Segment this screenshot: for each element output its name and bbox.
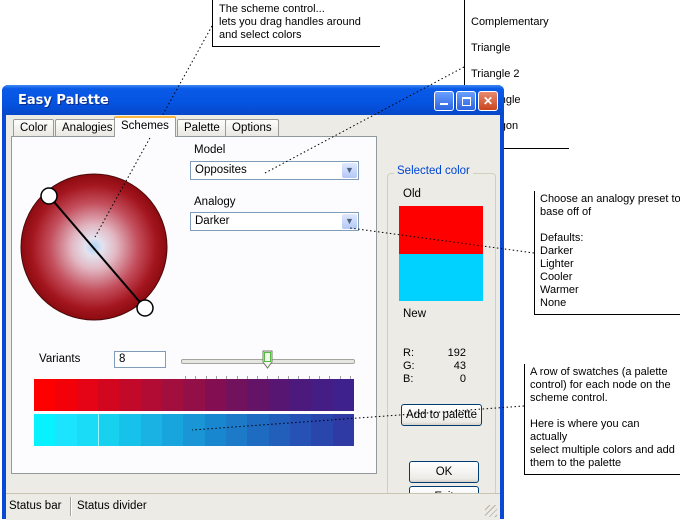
model-item: Triangle 2 bbox=[471, 68, 520, 80]
swatch-cell[interactable] bbox=[247, 379, 269, 411]
tab-options[interactable]: Options bbox=[225, 119, 279, 136]
b-label: B: bbox=[403, 373, 414, 385]
swatch-cell[interactable] bbox=[332, 414, 354, 446]
main-window: Easy Palette ✕ Color Analogies Schemes P… bbox=[2, 85, 504, 520]
swatch-cell[interactable] bbox=[119, 379, 141, 411]
variants-input[interactable]: 8 bbox=[114, 351, 166, 368]
tab-analogies[interactable]: Analogies bbox=[55, 119, 120, 136]
minimize-icon bbox=[440, 103, 448, 105]
swatch-cell[interactable] bbox=[140, 414, 162, 446]
maximize-button[interactable] bbox=[456, 91, 476, 111]
swatch-cell[interactable] bbox=[204, 414, 226, 446]
swatch-cell[interactable] bbox=[76, 379, 98, 411]
close-icon: ✕ bbox=[482, 94, 494, 108]
swatch-cell[interactable] bbox=[55, 414, 77, 446]
model-item: Complementary bbox=[471, 16, 549, 28]
scheme-handle-2[interactable] bbox=[136, 299, 154, 317]
add-to-palette-button[interactable]: Add to palette bbox=[401, 404, 482, 426]
window-title: Easy Palette bbox=[18, 93, 109, 108]
swatch-cell[interactable] bbox=[268, 379, 290, 411]
model-select[interactable]: Opposites ▼ bbox=[190, 161, 359, 180]
swatch-cell[interactable] bbox=[97, 414, 120, 446]
swatch-cell[interactable] bbox=[332, 379, 354, 411]
title-bar[interactable]: Easy Palette ✕ bbox=[2, 85, 504, 115]
swatch-row-2[interactable] bbox=[34, 414, 354, 446]
analogy-value: Darker bbox=[195, 215, 230, 227]
swatch-cell[interactable] bbox=[183, 414, 205, 446]
swatch-cell[interactable] bbox=[34, 379, 56, 411]
old-label: Old bbox=[403, 188, 421, 200]
r-value: 192 bbox=[447, 347, 466, 359]
chevron-down-icon[interactable]: ▼ bbox=[342, 214, 357, 229]
new-color-swatch bbox=[399, 254, 483, 301]
swatch-cell[interactable] bbox=[289, 414, 312, 446]
swatch-cell[interactable] bbox=[161, 414, 184, 446]
r-label: R: bbox=[403, 347, 414, 359]
swatch-cell[interactable] bbox=[119, 414, 141, 446]
chevron-down-icon[interactable]: ▼ bbox=[342, 163, 357, 178]
b-value: 0 bbox=[459, 373, 466, 385]
swatch-row-1[interactable] bbox=[34, 379, 354, 411]
swatch-annotation: A row of swatches (a palette control) fo… bbox=[524, 364, 680, 475]
ok-button[interactable]: OK bbox=[409, 461, 479, 483]
variants-slider-thumb[interactable] bbox=[262, 350, 273, 369]
maximize-icon bbox=[461, 97, 471, 106]
minimize-button[interactable] bbox=[434, 91, 454, 111]
close-button[interactable]: ✕ bbox=[478, 91, 498, 111]
variants-label: Variants bbox=[39, 353, 81, 365]
g-label: G: bbox=[403, 360, 415, 372]
swatch-cell[interactable] bbox=[97, 379, 120, 411]
swatch-cell[interactable] bbox=[225, 379, 248, 411]
model-item: Triangle bbox=[471, 42, 511, 54]
status-cell-2: Status divider bbox=[77, 500, 147, 512]
tab-palette[interactable]: Palette bbox=[177, 119, 227, 136]
new-label: New bbox=[403, 308, 427, 320]
swatch-cell[interactable] bbox=[204, 379, 226, 411]
scheme-control-annotation: The scheme control... lets you drag hand… bbox=[212, 0, 380, 47]
old-color-swatch bbox=[399, 206, 483, 254]
swatch-cell[interactable] bbox=[161, 379, 184, 411]
scheme-handle-1[interactable] bbox=[40, 187, 58, 205]
status-divider bbox=[70, 497, 71, 516]
status-cell-1: Status bar bbox=[9, 500, 62, 512]
selected-color-title: Selected color bbox=[394, 165, 473, 177]
swatch-cell[interactable] bbox=[225, 414, 248, 446]
g-value: 43 bbox=[453, 360, 466, 372]
swatch-cell[interactable] bbox=[55, 379, 77, 411]
swatch-cell[interactable] bbox=[183, 379, 205, 411]
swatch-cell[interactable] bbox=[76, 414, 98, 446]
client-area: Color Analogies Schemes Palette Options bbox=[6, 115, 500, 519]
swatch-cell[interactable] bbox=[289, 379, 312, 411]
model-label: Model bbox=[194, 144, 226, 156]
analogy-label: Analogy bbox=[194, 196, 236, 208]
analogy-annotation: Choose an analogy preset to base off of … bbox=[534, 191, 680, 315]
status-bar: Status bar Status divider bbox=[6, 493, 500, 520]
tab-color[interactable]: Color bbox=[13, 119, 55, 136]
resize-grip-icon[interactable] bbox=[485, 505, 497, 517]
swatch-cell[interactable] bbox=[34, 414, 56, 446]
swatch-cell[interactable] bbox=[140, 379, 162, 411]
variants-value: 8 bbox=[119, 353, 126, 365]
scheme-control[interactable] bbox=[19, 172, 169, 322]
swatch-cell[interactable] bbox=[311, 379, 333, 411]
swatch-cell[interactable] bbox=[311, 414, 333, 446]
tab-schemes[interactable]: Schemes bbox=[114, 116, 176, 137]
swatch-cell[interactable] bbox=[268, 414, 290, 446]
model-value: Opposites bbox=[195, 164, 247, 176]
swatch-cell[interactable] bbox=[247, 414, 269, 446]
analogy-select[interactable]: Darker ▼ bbox=[190, 212, 359, 231]
